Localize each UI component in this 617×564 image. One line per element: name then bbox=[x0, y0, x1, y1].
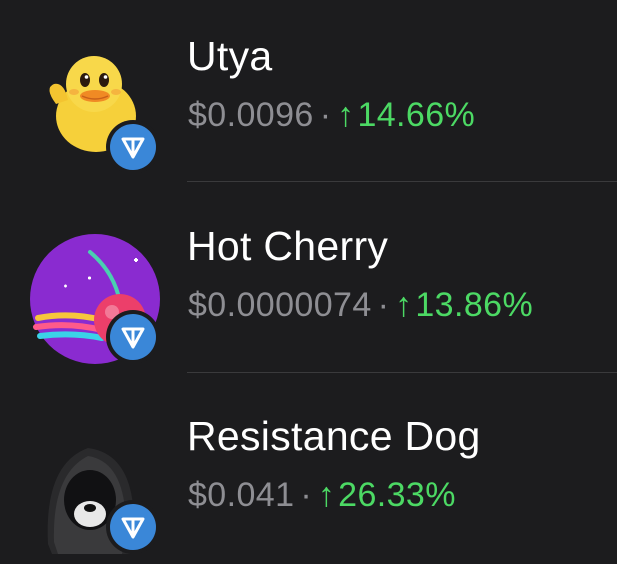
row-divider bbox=[187, 372, 617, 373]
token-price: $0.041 bbox=[188, 476, 295, 514]
meta-separator: · bbox=[319, 96, 332, 134]
ton-badge bbox=[106, 310, 160, 364]
price-change: ↑13.86% bbox=[395, 286, 533, 324]
price-change-value: 13.86% bbox=[415, 286, 534, 324]
token-row-resistance-dog[interactable]: Resistance Dog $0.041 · ↑26.33% bbox=[0, 374, 617, 564]
ton-icon bbox=[110, 124, 156, 170]
token-avatar bbox=[30, 234, 160, 364]
ton-icon bbox=[110, 504, 156, 550]
price-change: ↑14.66% bbox=[337, 96, 475, 134]
token-price: $0.0000074 bbox=[188, 286, 372, 324]
price-change-value: 26.33% bbox=[338, 476, 456, 514]
token-name: Resistance Dog bbox=[187, 413, 481, 459]
arrow-up-icon: ↑ bbox=[317, 476, 336, 514]
meta-separator: · bbox=[300, 476, 312, 514]
token-avatar bbox=[30, 44, 160, 174]
ton-icon bbox=[110, 314, 156, 360]
ton-badge bbox=[106, 500, 160, 554]
token-row-hot-cherry[interactable]: Hot Cherry $0.0000074 · ↑13.86% bbox=[0, 184, 617, 374]
token-price: $0.0096 bbox=[188, 96, 314, 134]
token-meta: $0.0000074 · ↑13.86% bbox=[188, 285, 533, 325]
arrow-up-icon: ↑ bbox=[394, 286, 413, 324]
token-name: Utya bbox=[187, 33, 273, 79]
meta-separator: · bbox=[377, 286, 389, 324]
token-row-utya[interactable]: Utya $0.0096 · ↑14.66% bbox=[0, 0, 617, 184]
ton-badge bbox=[106, 120, 160, 174]
token-meta: $0.041 · ↑26.33% bbox=[188, 475, 456, 515]
token-list: Utya $0.0096 · ↑14.66% Hot Cherry $0.000… bbox=[0, 0, 617, 554]
token-meta: $0.0096 · ↑14.66% bbox=[188, 95, 475, 135]
price-change-value: 14.66% bbox=[357, 96, 476, 134]
token-name: Hot Cherry bbox=[187, 223, 389, 269]
arrow-up-icon: ↑ bbox=[337, 96, 355, 134]
row-divider bbox=[187, 181, 617, 182]
token-avatar bbox=[30, 424, 160, 554]
price-change: ↑26.33% bbox=[318, 476, 456, 514]
